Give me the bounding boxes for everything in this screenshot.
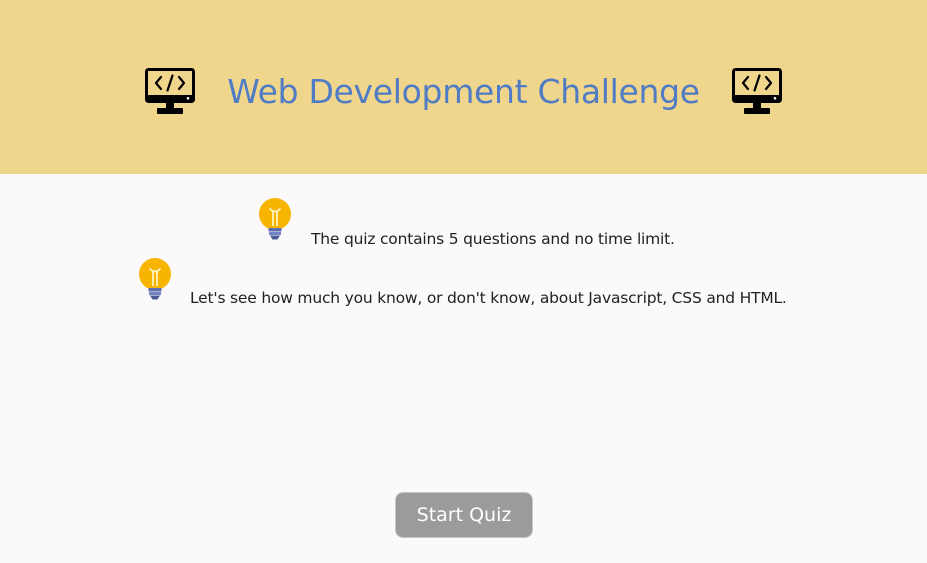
header-banner: Web Development Challenge bbox=[0, 0, 927, 174]
monitor-code-icon bbox=[732, 68, 782, 116]
lightbulb-icon bbox=[138, 258, 172, 302]
lightbulb-icon bbox=[258, 198, 292, 242]
page-title: Web Development Challenge bbox=[227, 72, 700, 111]
start-quiz-button[interactable]: Start Quiz bbox=[395, 492, 533, 538]
quiz-info-line: Let's see how much you know, or don't kn… bbox=[190, 289, 787, 307]
quiz-info-line: The quiz contains 5 questions and no tim… bbox=[311, 230, 675, 248]
